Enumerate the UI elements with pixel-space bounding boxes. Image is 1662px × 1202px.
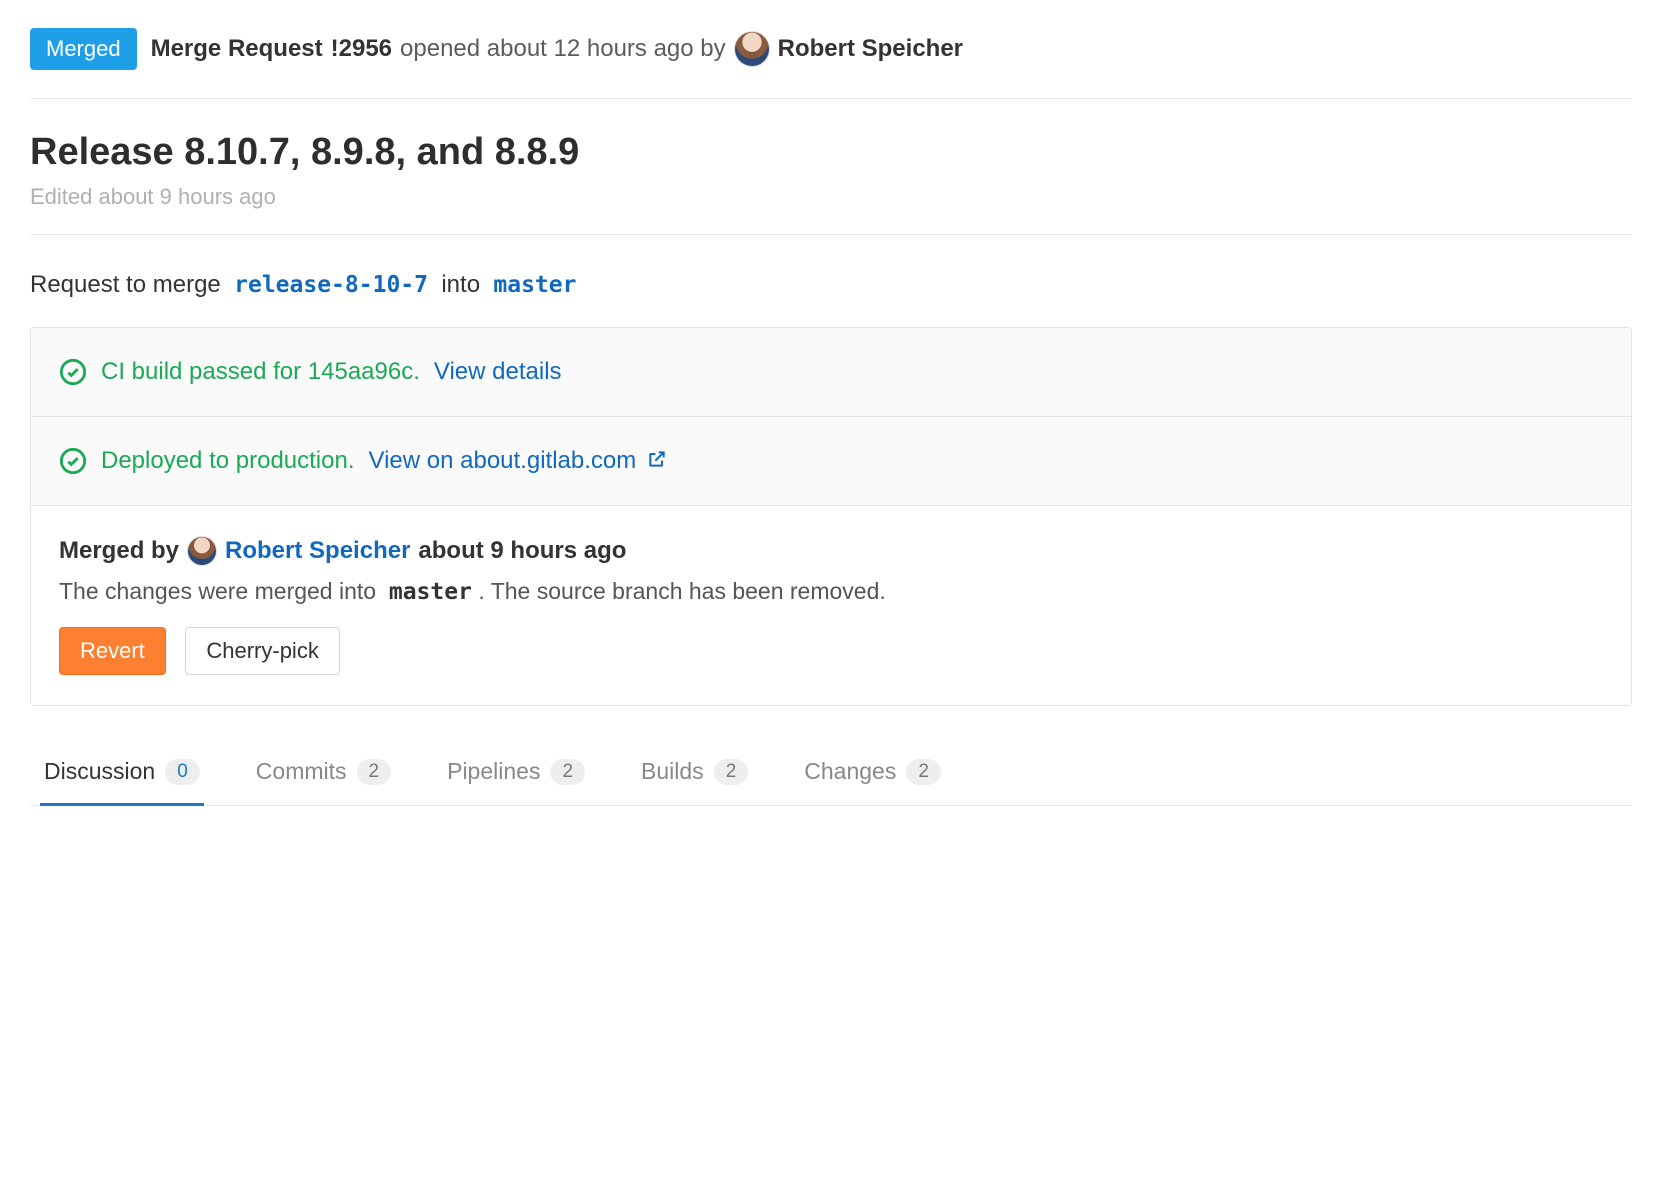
- tab-commits[interactable]: Commits 2: [252, 740, 395, 805]
- tab-count: 2: [906, 759, 941, 785]
- check-icon: [59, 358, 87, 386]
- merged-time: about 9 hours ago: [418, 537, 626, 565]
- edited-text: Edited about 9 hours ago: [30, 184, 1632, 210]
- tab-count: 2: [357, 759, 392, 785]
- tab-changes[interactable]: Changes 2: [800, 740, 945, 805]
- merged-panel: Merged by Robert Speicher about 9 hours …: [31, 506, 1631, 705]
- merged-desc: The changes were merged into master . Th…: [59, 578, 1603, 605]
- tab-label: Pipelines: [447, 758, 540, 785]
- deploy-view-link[interactable]: View on about.gitlab.com: [369, 447, 667, 475]
- target-branch[interactable]: master: [493, 272, 576, 298]
- merged-desc-branch: master: [389, 579, 472, 605]
- deploy-view-link-text: View on about.gitlab.com: [369, 447, 637, 474]
- tab-label: Commits: [256, 758, 347, 785]
- tab-discussion[interactable]: Discussion 0: [40, 740, 204, 805]
- tab-count: 0: [165, 759, 200, 785]
- merge-into: into: [441, 271, 480, 298]
- merged-desc-prefix: The changes were merged into: [59, 578, 376, 604]
- revert-button[interactable]: Revert: [59, 627, 166, 675]
- tab-builds[interactable]: Builds 2: [637, 740, 752, 805]
- ci-view-details-link[interactable]: View details: [434, 358, 562, 386]
- mr-id-prefix: Merge Request: [151, 35, 323, 63]
- tab-label: Changes: [804, 758, 896, 785]
- ci-status-text: CI build passed for 145aa96c.: [101, 358, 420, 386]
- title-block: Release 8.10.7, 8.9.8, and 8.8.9 Edited …: [30, 99, 1632, 235]
- check-icon: [59, 447, 87, 475]
- status-box: CI build passed for 145aa96c. View detai…: [30, 327, 1632, 706]
- merger-link[interactable]: Robert Speicher: [225, 537, 410, 565]
- author-link[interactable]: Robert Speicher: [778, 35, 963, 63]
- tabs: Discussion 0 Commits 2 Pipelines 2 Build…: [30, 740, 1632, 806]
- deploy-status-row: Deployed to production. View on about.gi…: [31, 417, 1631, 506]
- opened-text: opened about 12 hours ago by: [400, 35, 726, 63]
- author-avatar[interactable]: [734, 31, 770, 67]
- cherry-pick-button[interactable]: Cherry-pick: [185, 627, 339, 675]
- tab-count: 2: [714, 759, 749, 785]
- merger-avatar[interactable]: [187, 536, 217, 566]
- ci-status-row: CI build passed for 145aa96c. View detai…: [31, 328, 1631, 417]
- tab-count: 2: [550, 759, 585, 785]
- mr-header: Merged Merge Request !2956 opened about …: [30, 28, 1632, 99]
- header-text: Merge Request !2956 opened about 12 hour…: [151, 31, 963, 67]
- source-branch[interactable]: release-8-10-7: [234, 272, 428, 298]
- tab-label: Builds: [641, 758, 704, 785]
- mr-id: !2956: [331, 35, 392, 63]
- merged-by-line: Merged by Robert Speicher about 9 hours …: [59, 536, 1603, 566]
- merge-prefix: Request to merge: [30, 271, 221, 298]
- tab-pipelines[interactable]: Pipelines 2: [443, 740, 589, 805]
- status-badge: Merged: [30, 28, 137, 70]
- tab-label: Discussion: [44, 758, 155, 785]
- merged-desc-suffix: . The source branch has been removed.: [478, 578, 885, 604]
- external-link-icon: [647, 448, 667, 468]
- merge-line: Request to merge release-8-10-7 into mas…: [30, 235, 1632, 327]
- merged-by-label: Merged by: [59, 537, 179, 565]
- deploy-status-text: Deployed to production.: [101, 447, 355, 475]
- mr-title: Release 8.10.7, 8.9.8, and 8.8.9: [30, 131, 1632, 174]
